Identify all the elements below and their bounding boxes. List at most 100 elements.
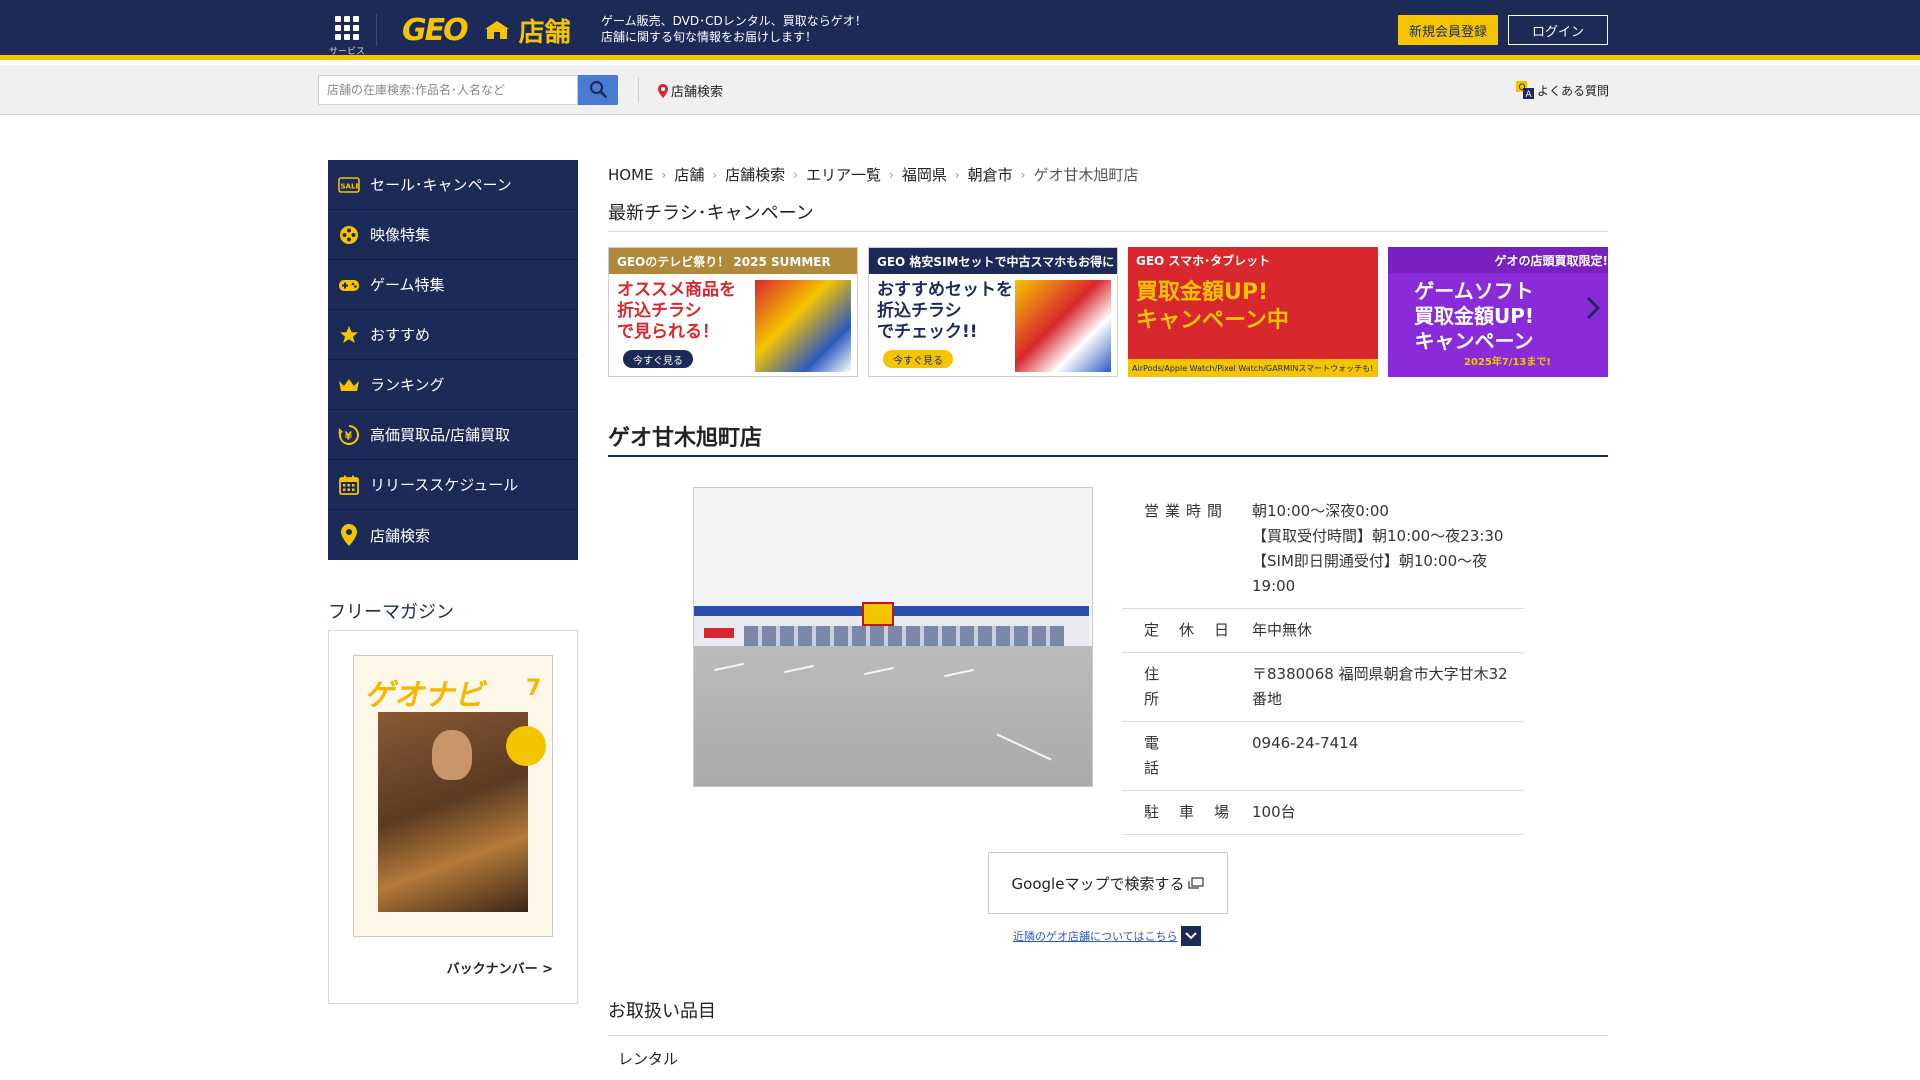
magazine-cover-title: ゲオナビ: [364, 678, 484, 713]
info-value[interactable]: 0946-24-7414: [1252, 731, 1524, 781]
banner-main-text: オススメ商品を 折込チラシ で見られる！: [617, 280, 736, 342]
info-value: 年中無休: [1252, 621, 1313, 639]
inventory-search-input[interactable]: [318, 75, 578, 105]
photo-geo-sign: [862, 602, 894, 626]
banner-flyer-image: [755, 280, 851, 372]
info-key: 住所: [1144, 665, 1208, 708]
info-row-parking: 駐車場 100台: [1122, 791, 1524, 835]
flyer-banner-2[interactable]: GEO 格安SIMセットで中古スマホもお得に おすすめセットを 折込チラシ でチ…: [868, 247, 1118, 377]
svg-text:¥: ¥: [345, 429, 353, 442]
breadcrumb-chevron-icon: ›: [1020, 167, 1026, 182]
flyer-banner-3[interactable]: GEO スマホ･タブレット 買取金額UP! キャンペーン中 AirPods/Ap…: [1128, 247, 1378, 377]
login-button[interactable]: ログイン: [1508, 15, 1608, 45]
breadcrumb-item-store-search[interactable]: 店舗検索: [725, 164, 785, 185]
sidebar-nav: SALE セール･キャンペーン 映像特集 ゲーム特集 おすすめ ランキング ¥ …: [328, 160, 578, 560]
top-header: サービス GEO 店舗 ゲーム販売、DVD･CDレンタル、買取ならゲオ！ 店舗に…: [0, 0, 1920, 60]
store-heading-divider: [608, 455, 1608, 457]
search-icon: [589, 80, 607, 101]
flyer-banner-4[interactable]: ゲオの店頭買取限定! ゲームソフト 買取金額UP! キャンペーン 2025年7/…: [1388, 247, 1608, 377]
photo-parking-lot: [694, 646, 1092, 786]
register-button[interactable]: 新規会員登録: [1398, 15, 1498, 45]
item-rental: レンタル: [618, 1050, 679, 1068]
sale-icon: SALE: [338, 174, 360, 196]
flyer-banner-1[interactable]: GEOのテレビ祭り！ 2025 SUMMER オススメ商品を 折込チラシ で見ら…: [608, 247, 858, 377]
chevron-right-icon: [1586, 296, 1601, 324]
flyer-section-divider: [608, 231, 1608, 232]
breadcrumb-item-city[interactable]: 朝倉市: [968, 164, 1013, 185]
banner-flyer-image: [1015, 280, 1111, 372]
info-value: 100台: [1252, 803, 1296, 821]
banner-cta: 今すぐ見る: [623, 350, 693, 368]
photo-windows: [744, 626, 1064, 648]
tenpo-label: 店舗: [518, 17, 571, 48]
flyer-section-title: 最新チラシ･キャンペーン: [608, 203, 814, 224]
sidebar-item-buyback[interactable]: ¥ 高価買取品/店舗買取: [328, 410, 578, 460]
search-button[interactable]: [578, 75, 618, 105]
store-info-table: 営業時間 朝10:00〜深夜0:00 【買取受付時間】朝10:00〜夜23:30…: [1122, 490, 1524, 835]
sidebar-item-video[interactable]: 映像特集: [328, 210, 578, 260]
info-row-address: 住所 〒8380068 福岡県朝倉市大字甘木32番地: [1122, 653, 1524, 722]
sidebar-item-label: セール･キャンペーン: [370, 176, 512, 194]
store-search-label: 店舗検索: [671, 85, 724, 100]
info-row-hours: 営業時間 朝10:00〜深夜0:00 【買取受付時間】朝10:00〜夜23:30…: [1122, 490, 1524, 609]
faq-link[interactable]: QA よくある質問: [1516, 81, 1609, 99]
sidebar-item-recommend[interactable]: おすすめ: [328, 310, 578, 360]
breadcrumb-item-home[interactable]: HOME: [608, 166, 654, 184]
sidebar-item-label: ゲーム特集: [370, 276, 445, 294]
backnumber-link[interactable]: バックナンバー >: [447, 958, 553, 977]
sidebar-item-store-search[interactable]: 店舗検索: [328, 510, 578, 560]
header-divider: [376, 14, 377, 46]
tagline-line-1: ゲーム販売、DVD･CDレンタル、買取ならゲオ！: [601, 14, 867, 28]
breadcrumb-chevron-icon: ›: [712, 167, 718, 182]
breadcrumb-item-store[interactable]: 店舗: [674, 164, 704, 185]
sidebar-item-label: リリーススケジュール: [370, 476, 519, 494]
grid-icon: [326, 16, 368, 40]
search-bar-row: 店舗検索 QA よくある質問: [0, 65, 1920, 115]
calendar-icon: [338, 474, 360, 496]
carousel-next-button[interactable]: [1578, 292, 1608, 328]
sidebar-item-ranking[interactable]: ランキング: [328, 360, 578, 410]
location-pin-icon: [338, 524, 360, 546]
info-key: 電話: [1144, 734, 1208, 777]
breadcrumb: HOME › 店舗 › 店舗検索 › エリア一覧 › 福岡県 › 朝倉市 › ゲオ甘木旭町店: [608, 164, 1138, 185]
flyer-carousel: GEOのテレビ祭り！ 2025 SUMMER オススメ商品を 折込チラシ で見ら…: [608, 247, 1608, 377]
store-photo: [693, 487, 1093, 787]
breadcrumb-chevron-icon: ›: [661, 167, 667, 182]
magazine-cover[interactable]: ゲオナビ 7: [353, 655, 553, 937]
banner-top-text: GEOのテレビ祭り！ 2025 SUMMER: [609, 248, 857, 274]
google-map-label: Googleマップで検索する: [1011, 874, 1185, 893]
sidebar-item-release-schedule[interactable]: リリーススケジュール: [328, 460, 578, 510]
services-label: サービス: [328, 47, 365, 57]
breadcrumb-item-prefecture[interactable]: 福岡県: [902, 164, 947, 185]
breadcrumb-item-area-list[interactable]: エリア一覧: [806, 164, 881, 185]
svg-text:A: A: [1526, 90, 1533, 99]
services-menu-button[interactable]: サービス: [326, 12, 368, 57]
info-row-holiday: 定休日 年中無休: [1122, 609, 1524, 653]
shop-icon: [483, 19, 511, 41]
sidebar-item-game[interactable]: ゲーム特集: [328, 260, 578, 310]
items-section-title: お取扱い品目: [608, 1001, 716, 1022]
store-search-link[interactable]: 店舗検索: [658, 81, 723, 100]
info-value: 朝10:00〜深夜0:00 【買取受付時間】朝10:00〜夜23:30 【SIM…: [1252, 502, 1504, 595]
geo-tenpo-logo[interactable]: GEO 店舗: [402, 10, 571, 50]
nearby-stores-toggle[interactable]: 近隣のゲオ店舗についてはこちら: [1013, 926, 1202, 946]
google-map-search-button[interactable]: Googleマップで検索する: [988, 852, 1228, 914]
location-pin-icon: [658, 83, 668, 98]
free-magazine-title: フリーマガジン: [328, 602, 454, 623]
info-value: 〒8380068 福岡県朝倉市大字甘木32番地: [1252, 665, 1508, 708]
banner-top-text: GEO スマホ･タブレット: [1128, 247, 1378, 273]
photo-building: [694, 602, 1089, 648]
star-icon: [338, 324, 360, 346]
banner-top-text: GEO 格安SIMセットで中古スマホもお得に: [869, 248, 1117, 274]
sidebar-item-sale[interactable]: SALE セール･キャンペーン: [328, 160, 578, 210]
magazine-issue-number: 7: [526, 676, 542, 701]
banner-cta: 2025年7/13まで!: [1464, 356, 1551, 368]
crown-icon: [338, 374, 360, 396]
faq-label: よくある質問: [1537, 83, 1610, 98]
sidebar-item-label: 映像特集: [370, 226, 431, 244]
sidebar-item-label: ランキング: [370, 376, 445, 394]
breadcrumb-chevron-icon: ›: [954, 167, 960, 182]
sidebar-item-label: おすすめ: [370, 326, 431, 344]
breadcrumb-item-current: ゲオ甘木旭町店: [1033, 166, 1139, 184]
svg-text:SALE: SALE: [341, 182, 361, 190]
